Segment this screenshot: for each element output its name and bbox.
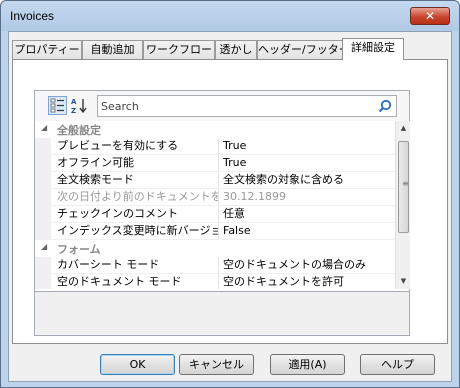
tab-properties[interactable]: プロパティー	[12, 40, 82, 59]
prop-row-enable-preview[interactable]: プレビューを有効にする True	[35, 138, 395, 155]
description-pane	[35, 291, 409, 335]
cancel-button[interactable]: キャンセル	[179, 354, 254, 375]
prop-value[interactable]: 空のドキュメントの場合のみ	[220, 257, 395, 274]
apply-button[interactable]: 適用(A)	[270, 354, 345, 375]
prop-row-cover-sheet-mode[interactable]: カバーシート モード 空のドキュメントの場合のみ	[35, 257, 395, 274]
scroll-up-icon[interactable]: ▲	[396, 121, 411, 136]
prop-name: オフライン可能	[35, 155, 219, 172]
prop-value[interactable]: True	[220, 138, 395, 155]
scroll-down-icon[interactable]: ▼	[396, 274, 411, 289]
search-field[interactable]	[97, 95, 397, 117]
window-title: Invoices	[10, 9, 55, 23]
dialog-client-area: プロパティー 自動追加 ワークフロー 透かし ヘッダー/フッター 詳細設定 A …	[8, 31, 452, 382]
prop-row-new-version-on-index[interactable]: インデックス変更時に新バージョ... False	[35, 223, 395, 240]
tab-auto-add[interactable]: 自動追加	[82, 40, 143, 59]
search-input[interactable]	[101, 97, 371, 115]
vertical-scrollbar[interactable]: ▲ ≡ ▼	[395, 121, 410, 289]
tab-workflow[interactable]: ワークフロー	[143, 40, 215, 59]
prop-value[interactable]: False	[220, 223, 395, 240]
magnifier-icon[interactable]	[378, 99, 392, 113]
close-button[interactable]: ✕	[410, 7, 450, 25]
prop-name: 全文検索モード	[35, 172, 219, 189]
prop-row-checkin-comment[interactable]: チェックインのコメント 任意	[35, 206, 395, 223]
category-form[interactable]: ◢ フォーム	[35, 240, 395, 257]
prop-name: カバーシート モード	[35, 257, 219, 274]
property-grid-toolbar: A Z	[35, 91, 409, 121]
prop-row-offline[interactable]: オフライン可能 True	[35, 155, 395, 172]
prop-name: インデックス変更時に新バージョ...	[35, 223, 219, 240]
prop-row-empty-document-mode[interactable]: 空のドキュメント モード 空のドキュメントを許可	[35, 274, 395, 289]
property-rows: ◢ 全般設定 プレビューを有効にする True オフライン可能 True 全文検…	[35, 121, 395, 289]
property-grid: A Z Search ◢ 全般設定 プレビューを有効にする True オフライン…	[34, 90, 410, 336]
tab-header-footer[interactable]: ヘッダー/フッター	[257, 40, 350, 59]
category-general[interactable]: ◢ 全般設定	[35, 121, 395, 138]
prop-value[interactable]: 任意	[220, 206, 395, 223]
tab-panel-advanced: A Z Search ◢ 全般設定 プレビューを有効にする True オフライン…	[12, 59, 448, 344]
title-bar[interactable]: Invoices ✕	[1, 1, 459, 31]
prop-row-date-before: 次の日付より前のドキュメントを... 30.12.1899	[35, 189, 395, 206]
collapse-caret-icon[interactable]: ◢	[41, 243, 49, 251]
dialog-window: Invoices ✕ プロパティー 自動追加 ワークフロー 透かし ヘッダー/フ…	[0, 0, 460, 388]
prop-value[interactable]: True	[220, 155, 395, 172]
alphabetical-sort-icon[interactable]: A Z	[70, 96, 89, 115]
prop-row-fulltext-mode[interactable]: 全文検索モード 全文検索の対象に含める	[35, 172, 395, 189]
tab-watermark[interactable]: 透かし	[215, 40, 257, 59]
svg-text:Z: Z	[71, 107, 76, 115]
scroll-thumb[interactable]: ≡	[398, 141, 409, 233]
help-button[interactable]: ヘルプ	[360, 354, 435, 375]
prop-name: プレビューを有効にする	[35, 138, 219, 155]
category-label: 全般設定	[57, 124, 101, 137]
tab-strip: プロパティー 自動追加 ワークフロー 透かし ヘッダー/フッター 詳細設定	[12, 38, 442, 60]
prop-name: チェックインのコメント	[35, 206, 219, 223]
prop-name: 空のドキュメント モード	[35, 274, 219, 289]
prop-name: 次の日付より前のドキュメントを...	[35, 189, 219, 206]
ok-button[interactable]: OK	[100, 354, 175, 375]
category-label: フォーム	[57, 243, 101, 256]
collapse-caret-icon[interactable]: ◢	[41, 124, 49, 132]
prop-value[interactable]: 空のドキュメントを許可	[220, 274, 395, 289]
categorized-view-icon[interactable]	[48, 96, 67, 115]
grip-icon: ≡	[402, 179, 409, 188]
tab-advanced-settings[interactable]: 詳細設定	[342, 38, 404, 60]
prop-value: 30.12.1899	[220, 189, 395, 206]
svg-text:A: A	[71, 98, 77, 106]
prop-value[interactable]: 全文検索の対象に含める	[220, 172, 395, 189]
